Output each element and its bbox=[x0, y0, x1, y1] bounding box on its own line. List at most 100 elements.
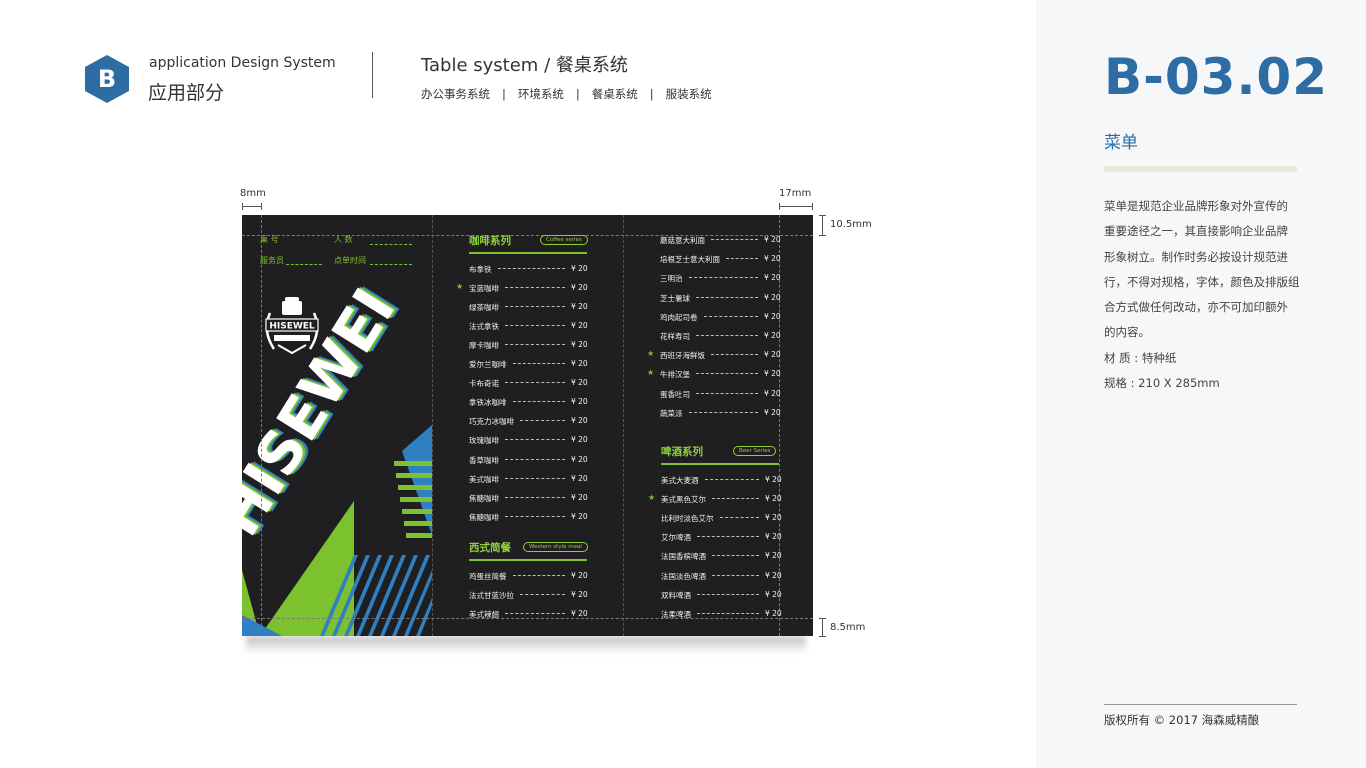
menu-item: 拿铁冰咖啡 ¥ 20 bbox=[469, 397, 588, 408]
menu-item: 法式甘蓝沙拉 ¥ 20 bbox=[469, 590, 588, 600]
western-section-tag: Western style meal bbox=[523, 542, 588, 552]
menu-item-leader bbox=[711, 239, 758, 240]
menu-item: 绿茶咖啡 ¥ 20 bbox=[469, 302, 588, 312]
menu-shadow bbox=[246, 636, 806, 654]
menu-item-price: ¥ 20 bbox=[571, 378, 588, 388]
menu-item-leader bbox=[505, 382, 565, 384]
menu-item-price: ¥ 20 bbox=[571, 283, 588, 293]
dim-left-tick bbox=[261, 203, 262, 210]
menu-item-price: ¥ 20 bbox=[571, 473, 588, 483]
menu-item-leader bbox=[697, 612, 759, 614]
desc-line: 的内容。 bbox=[1104, 325, 1150, 340]
nav-item-uniform[interactable]: 服装系统 bbox=[666, 86, 712, 102]
menu-item-leader bbox=[712, 498, 759, 500]
desc-line: 行，不得对规格，字体，颜色及排版组 bbox=[1104, 274, 1300, 289]
menu-item-leader bbox=[712, 555, 759, 557]
dim-left-label: 8mm bbox=[240, 188, 266, 199]
system-nav: 办公事务系统 | 环境系统 | 餐桌系统 | 服装系统 bbox=[421, 86, 712, 102]
menu-item-leader bbox=[513, 363, 565, 365]
desc-line: 菜单是规范企业品牌形象对外宣传的 bbox=[1104, 199, 1288, 213]
menu-item-name: 焦糖咖啡 bbox=[469, 493, 499, 503]
menu-item-leader bbox=[696, 373, 758, 375]
nav-item-environment[interactable]: 环境系统 bbox=[518, 86, 564, 102]
menu-item: 蔬菜派 ¥ 20 bbox=[660, 407, 781, 418]
menu-item-price: ¥ 20 bbox=[764, 407, 781, 417]
menu-item-leader bbox=[696, 392, 758, 394]
western-section-title: 西式简餐 bbox=[469, 542, 511, 554]
menu-item-price: ¥ 20 bbox=[764, 273, 781, 283]
menu-item-leader bbox=[711, 354, 758, 356]
field-waiter-line bbox=[286, 264, 322, 265]
menu-item-name: 蛋香吐司 bbox=[660, 389, 690, 399]
bleed-guide-left bbox=[261, 215, 262, 636]
dim-top-bracket bbox=[822, 215, 823, 235]
menu-item-leader bbox=[712, 574, 759, 576]
menu-item-price: ¥ 20 bbox=[765, 608, 782, 618]
featured-star-icon: ★ bbox=[648, 493, 656, 503]
dim-left-tick bbox=[242, 203, 243, 210]
nav-item-office[interactable]: 办公事务系统 bbox=[421, 86, 490, 102]
menu-item: 西班牙海鲜饭 ¥ 20 bbox=[660, 350, 781, 360]
menu-item-leader bbox=[505, 306, 565, 308]
menu-item-name: 宝蓝咖啡 bbox=[469, 284, 499, 294]
menu-item-leader bbox=[505, 613, 565, 615]
coffee-section-rule bbox=[469, 252, 587, 254]
menu-item-price: ¥ 20 bbox=[571, 590, 588, 600]
menu-item-leader bbox=[505, 458, 565, 460]
menu-item-leader bbox=[697, 593, 759, 595]
menu-item: 摩卡咖啡 ¥ 20 bbox=[469, 340, 588, 350]
dim-right-bracket bbox=[779, 206, 813, 207]
desc-line: 合方式做任何改动，亦不可加印额外 bbox=[1104, 300, 1288, 315]
dim-bottom-tick bbox=[819, 636, 826, 637]
menu-item-price: ¥ 20 bbox=[765, 551, 782, 561]
menu-item-name: 焦糖咖啡 bbox=[469, 512, 499, 522]
menu-item-price: ¥ 20 bbox=[765, 532, 782, 542]
menu-item-name: 巧克力冰咖啡 bbox=[469, 417, 514, 427]
menu-item-leader bbox=[505, 344, 565, 346]
material-line: 材 质 : 特种纸 bbox=[1104, 350, 1177, 365]
menu-item-name: 法柔啤酒 bbox=[661, 609, 691, 619]
dim-left-bracket bbox=[242, 206, 261, 207]
brand-hexagon-icon: B bbox=[85, 55, 129, 103]
menu-item-leader bbox=[696, 296, 758, 298]
brand-logo-emblem: HISEWEL bbox=[265, 297, 319, 355]
nav-separator: | bbox=[649, 87, 654, 101]
menu-item-leader bbox=[704, 315, 758, 317]
menu-item: 法式拿铁 ¥ 20 bbox=[469, 321, 588, 332]
blue-triangle bbox=[402, 425, 432, 535]
menu-item: 法国香槟啤酒 ¥ 20 bbox=[661, 551, 782, 562]
coffee-section-title: 咖啡系列 bbox=[469, 235, 511, 247]
menu-item-name: 美式大麦酒 bbox=[661, 476, 699, 485]
menu-item-leader bbox=[689, 411, 758, 413]
nav-item-table[interactable]: 餐桌系统 bbox=[592, 86, 638, 102]
menu-item: 花样寿司 ¥ 20 bbox=[660, 331, 781, 341]
menu-item-leader bbox=[696, 335, 758, 336]
logo-text: HISEWEL bbox=[269, 322, 315, 332]
menu-item-name: 双料啤酒 bbox=[661, 590, 691, 600]
desc-line: 重要途径之一，其直接影响企业品牌 bbox=[1104, 224, 1288, 239]
panel-title: 菜单 bbox=[1104, 133, 1138, 153]
menu-item-leader bbox=[505, 477, 565, 479]
menu-item-name: 培根芝士意大利面 bbox=[660, 255, 720, 265]
menu-item: 鸡蛋丝简餐 ¥ 20 bbox=[469, 571, 588, 581]
menu-item-name: 法国香槟啤酒 bbox=[661, 552, 706, 562]
field-order-time-line bbox=[370, 264, 412, 265]
menu-item-name: 法式拿铁 bbox=[469, 322, 499, 332]
menu-item-price: ¥ 20 bbox=[765, 589, 782, 599]
copyright-footer: 版权所有 © 2017 海森威精酿 bbox=[1104, 713, 1260, 727]
menu-item-price: ¥ 20 bbox=[571, 302, 588, 312]
menu-item-leader bbox=[697, 536, 759, 538]
menu-item-price: ¥ 20 bbox=[764, 331, 781, 340]
menu-item-name: 拿铁冰咖啡 bbox=[469, 398, 507, 408]
menu-item-price: ¥ 20 bbox=[571, 571, 588, 580]
menu-item-name: 鸡蛋丝简餐 bbox=[469, 572, 507, 581]
menu-item-price: ¥ 20 bbox=[571, 435, 588, 445]
menu-item: 布拿铁 ¥ 20 bbox=[469, 264, 588, 274]
menu-item: 玫瑰咖啡 ¥ 20 bbox=[469, 435, 588, 445]
menu-item-price: ¥ 20 bbox=[571, 511, 588, 521]
menu-item-name: 法国淡色啤酒 bbox=[661, 571, 706, 581]
menu-item: 法柔啤酒 ¥ 20 bbox=[661, 608, 782, 619]
menu-item: 香草咖啡 ¥ 20 bbox=[469, 454, 588, 465]
menu-item-price: ¥ 20 bbox=[571, 454, 588, 464]
field-guests-line bbox=[370, 244, 412, 245]
